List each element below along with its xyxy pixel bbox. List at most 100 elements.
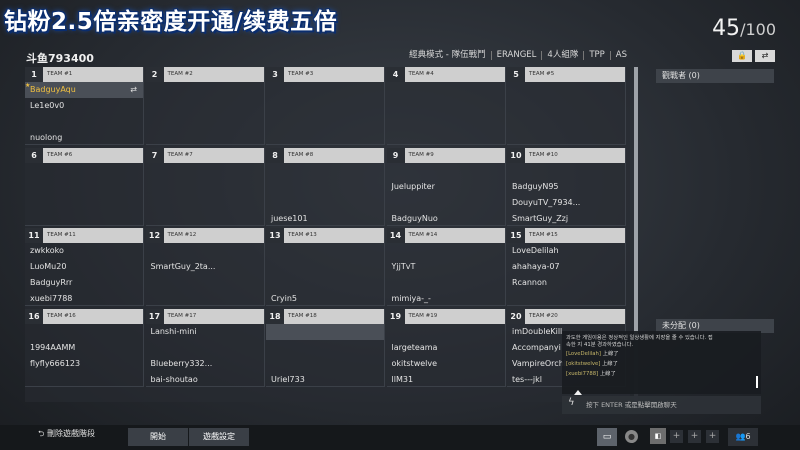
player-slot[interactable] <box>25 211 143 227</box>
player-slot[interactable] <box>146 275 264 291</box>
player-slot[interactable] <box>146 163 264 179</box>
player-slot[interactable] <box>266 323 384 340</box>
player-slot[interactable] <box>266 259 384 275</box>
player-slot[interactable] <box>507 82 625 98</box>
player-slot[interactable] <box>266 275 384 291</box>
player-slot[interactable] <box>146 195 264 211</box>
player-slot[interactable]: Lanshi-mini <box>146 324 264 340</box>
player-slot[interactable]: ahahaya-07 <box>507 259 625 275</box>
player-slot[interactable] <box>146 243 264 259</box>
player-slot[interactable] <box>146 340 264 356</box>
team-grid-scroll-thumb[interactable] <box>634 67 638 337</box>
player-slot[interactable] <box>387 195 505 211</box>
player-slot[interactable]: BadguyNuo <box>387 211 505 227</box>
player-slot[interactable] <box>507 98 625 114</box>
player-slot[interactable]: SmartGuy_Zzj <box>507 211 625 227</box>
player-slot[interactable] <box>266 243 384 259</box>
player-slot[interactable]: nuolong <box>25 130 143 146</box>
player-slot[interactable]: Uriel733 <box>266 372 384 388</box>
team-header[interactable]: 6 TEAM #6 <box>25 147 143 163</box>
start-button[interactable]: 開始 <box>128 428 188 446</box>
player-slot[interactable]: Jueluppiter <box>387 179 505 195</box>
team-header[interactable]: 10 TEAM #10 <box>507 147 625 163</box>
player-slot[interactable] <box>387 324 505 340</box>
player-slot[interactable]: bai-shoutao <box>146 372 264 388</box>
team-header[interactable]: 7 TEAM #7 <box>145 147 264 163</box>
team-header[interactable]: 12 TEAM #12 <box>145 228 264 243</box>
player-slot[interactable]: zwkkoko <box>25 243 143 259</box>
player-slot[interactable]: BadguyN95 <box>507 179 625 195</box>
player-slot[interactable] <box>266 356 384 372</box>
player-slot[interactable]: SmartGuy_2ta... <box>146 259 264 275</box>
team-header[interactable]: 9 TEAM #9 <box>386 147 505 163</box>
player-slot[interactable] <box>25 114 143 130</box>
player-slot[interactable]: LuoMu20 <box>25 259 143 275</box>
team-header[interactable]: 18 TEAM #18 <box>266 308 384 324</box>
avatar[interactable]: ◧ <box>650 428 666 444</box>
player-slot[interactable] <box>146 179 264 195</box>
team-header[interactable]: 5 TEAM #5 <box>507 67 625 82</box>
leave-session-button[interactable]: ⮌ 刪除遊戲階段 <box>38 428 95 442</box>
player-slot[interactable] <box>146 82 264 98</box>
player-slot[interactable] <box>25 195 143 211</box>
swap-icon[interactable]: ⇄ <box>755 50 775 62</box>
game-settings-button[interactable]: 遊戲設定 <box>189 428 249 446</box>
team-header[interactable]: 2 TEAM #2 <box>145 67 264 82</box>
player-slot[interactable]: BadguyAqu⇄ <box>25 82 143 98</box>
player-slot[interactable]: okitstwelve <box>387 356 505 372</box>
player-slot[interactable]: BadguyRrr <box>25 275 143 291</box>
team-header[interactable]: 16 TEAM #16 <box>25 308 143 324</box>
player-slot[interactable] <box>387 163 505 179</box>
chat-toggle-icon[interactable]: ▭ <box>597 428 617 446</box>
player-slot[interactable] <box>266 163 384 179</box>
add-friend-slot-icon[interactable]: + <box>670 430 683 443</box>
player-slot[interactable]: Rcannon <box>507 275 625 291</box>
team-header[interactable]: 4 TEAM #4 <box>386 67 505 82</box>
player-slot[interactable] <box>266 179 384 195</box>
swap-icon[interactable]: ⇄ <box>130 82 137 98</box>
player-slot[interactable]: juese101 <box>266 211 384 227</box>
add-friend-slot-icon[interactable]: + <box>706 430 719 443</box>
player-slot[interactable] <box>25 324 143 340</box>
team-header[interactable]: 17 TEAM #17 <box>145 308 264 324</box>
player-slot[interactable] <box>266 340 384 356</box>
observers-header[interactable]: 觀戰者 (0) <box>656 69 774 83</box>
player-slot[interactable] <box>25 179 143 195</box>
team-header[interactable]: 1 TEAM #1 <box>25 67 143 82</box>
add-friend-slot-icon[interactable]: + <box>688 430 701 443</box>
team-header[interactable]: 3 TEAM #3 <box>266 67 384 82</box>
player-slot[interactable]: LoveDelilah <box>507 243 625 259</box>
player-slot[interactable]: llM31 <box>387 372 505 388</box>
player-slot[interactable] <box>507 130 625 146</box>
lock-icon[interactable]: 🔒 <box>732 50 752 62</box>
player-slot[interactable]: xuebi7788 <box>25 291 143 307</box>
team-header[interactable]: 15 TEAM #15 <box>507 228 625 243</box>
player-slot[interactable] <box>266 82 384 98</box>
team-header[interactable]: 20 TEAM #20 <box>507 308 625 324</box>
player-slot[interactable] <box>266 98 384 114</box>
player-slot[interactable] <box>266 130 384 146</box>
player-slot[interactable] <box>507 114 625 130</box>
chat-scrollbar[interactable] <box>756 376 758 388</box>
team-header[interactable]: 8 TEAM #8 <box>266 147 384 163</box>
player-slot[interactable] <box>387 275 505 291</box>
friends-button[interactable]: 👥6 <box>728 428 758 446</box>
player-slot[interactable]: flyfly666123 <box>25 356 143 372</box>
player-slot[interactable] <box>507 291 625 307</box>
player-slot[interactable] <box>25 163 143 179</box>
player-slot[interactable] <box>146 211 264 227</box>
player-slot[interactable] <box>507 163 625 179</box>
player-slot[interactable] <box>146 98 264 114</box>
player-slot[interactable] <box>146 114 264 130</box>
player-slot[interactable] <box>266 114 384 130</box>
player-slot[interactable]: 1994AAMM <box>25 340 143 356</box>
player-slot[interactable] <box>146 291 264 307</box>
team-header[interactable]: 19 TEAM #19 <box>386 308 505 324</box>
globe-icon[interactable]: ● <box>625 430 638 443</box>
player-slot[interactable] <box>387 243 505 259</box>
player-slot[interactable]: mimiya-_- <box>387 291 505 307</box>
player-slot[interactable]: Blueberry332... <box>146 356 264 372</box>
player-slot[interactable]: DouyuTV_7934... <box>507 195 625 211</box>
player-slot[interactable] <box>387 114 505 130</box>
chat-input[interactable]: 按下 ENTER 或是點擊開啟聊天 <box>562 396 761 414</box>
